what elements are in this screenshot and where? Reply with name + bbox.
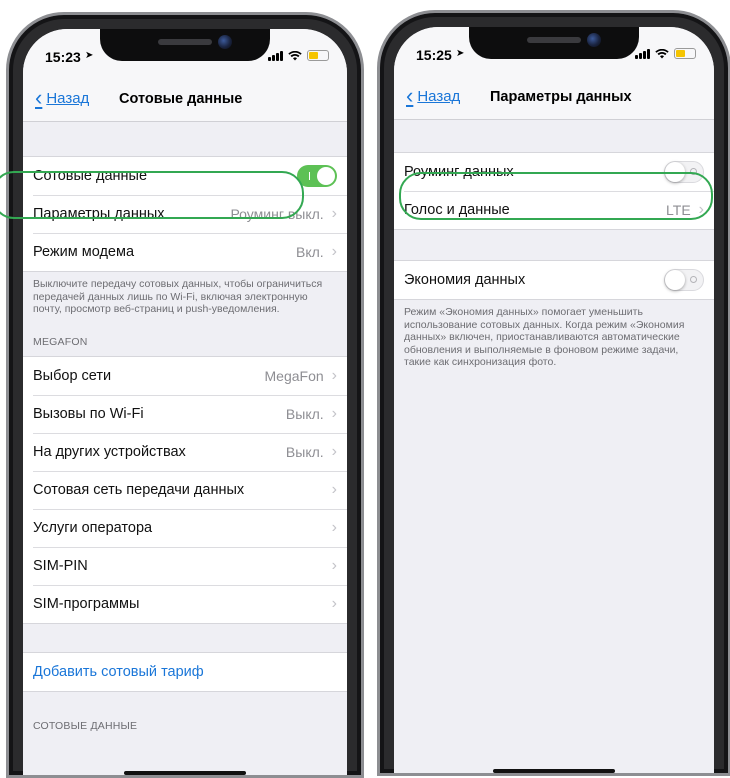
right-phone: 15:25 ➤ ‹ Назад Параметры данных Роуминг …	[377, 10, 730, 776]
chevron-right-icon: ›	[331, 556, 337, 574]
chevron-left-icon: ‹	[406, 83, 414, 108]
camera-icon	[218, 35, 232, 49]
chevron-right-icon: ›	[331, 594, 337, 612]
row-sim-pin[interactable]: SIM‑PIN ›	[23, 546, 347, 585]
section-header-carrier: MEGAFON	[33, 335, 88, 348]
settings-content: Сотовые данные Параметры данных Роуминг …	[23, 122, 347, 775]
row-value: Выкл.	[285, 405, 324, 422]
right-screen: 15:25 ➤ ‹ Назад Параметры данных Роуминг …	[394, 27, 714, 773]
speaker	[527, 37, 581, 43]
row-label: Сотовая сеть передачи данных	[33, 481, 245, 498]
cellular-data-toggle[interactable]	[297, 165, 337, 187]
chevron-right-icon: ›	[331, 404, 337, 422]
status-icons	[635, 48, 696, 59]
row-cellular-data-network[interactable]: Сотовая сеть передачи данных ›	[23, 470, 347, 509]
row-low-data-mode: Экономия данных	[394, 261, 714, 299]
row-label: Услуги оператора	[33, 519, 153, 536]
chevron-right-icon: ›	[331, 366, 337, 384]
row-label: Экономия данных	[404, 272, 526, 288]
left-screen: 15:23 ➤ ‹ Назад Сотовые данные Сотовые да…	[23, 29, 347, 775]
low-data-toggle[interactable]	[664, 269, 704, 291]
chevron-right-icon: ›	[331, 243, 337, 260]
chevron-right-icon: ›	[331, 205, 337, 222]
on-mark-icon	[309, 172, 310, 180]
status-time: 15:25	[416, 47, 452, 63]
row-value: Вкл.	[295, 244, 324, 260]
notch	[469, 27, 639, 59]
home-indicator	[493, 769, 615, 773]
left-phone: 15:23 ➤ ‹ Назад Сотовые данные Сотовые да…	[6, 12, 364, 778]
cellular-footnote: Выключите передачу сотовых данных, чтобы…	[33, 278, 323, 315]
row-label: SIM‑PIN	[33, 557, 88, 574]
wifi-icon	[655, 48, 669, 58]
home-indicator	[124, 771, 246, 775]
chevron-right-icon: ›	[331, 442, 337, 460]
chevron-left-icon: ‹	[35, 85, 43, 110]
row-personal-hotspot[interactable]: Режим модема Вкл. ›	[23, 233, 347, 271]
row-carrier-services[interactable]: Услуги оператора ›	[23, 508, 347, 547]
carrier-group: Выбор сети MegaFon › Вызовы по Wi‑Fi Вык…	[23, 355, 347, 624]
row-label: Вызовы по Wi‑Fi	[33, 405, 144, 422]
highlight-data-options	[0, 171, 304, 219]
nav-bar: ‹ Назад Параметры данных	[394, 75, 714, 120]
back-label: Назад	[46, 89, 90, 107]
wifi-icon	[288, 50, 302, 60]
signal-icon	[268, 50, 283, 61]
nav-bar: ‹ Назад Сотовые данные	[23, 77, 347, 122]
row-value: MegaFon	[264, 367, 324, 384]
add-plan-group: Добавить сотовый тариф	[23, 651, 347, 692]
signal-icon	[635, 48, 650, 59]
camera-icon	[587, 33, 601, 47]
low-data-footnote: Режим «Экономия данных» помогает уменьши…	[404, 306, 685, 368]
page-title: Сотовые данные	[119, 91, 243, 107]
row-label: На других устройствах	[33, 443, 186, 460]
speaker	[158, 39, 212, 45]
row-other-devices[interactable]: На других устройствах Выкл. ›	[23, 432, 347, 471]
row-label: Выбор сети	[33, 367, 112, 384]
low-data-group: Экономия данных	[394, 260, 714, 300]
location-arrow-icon: ➤	[85, 50, 94, 61]
page-title: Параметры данных	[490, 89, 632, 105]
battery-icon	[674, 48, 696, 59]
off-mark-icon	[690, 276, 697, 283]
back-label: Назад	[417, 87, 461, 105]
status-icons	[268, 50, 329, 61]
notch	[100, 29, 270, 61]
status-time: 15:23	[45, 49, 81, 65]
row-value: Выкл.	[285, 443, 324, 460]
battery-icon	[307, 50, 329, 61]
chevron-right-icon: ›	[331, 480, 337, 498]
back-button[interactable]: ‹ Назад	[35, 85, 90, 110]
row-label: SIM‑программы	[33, 595, 140, 612]
back-button[interactable]: ‹ Назад	[406, 83, 461, 108]
section-header-cellular: СОТОВЫЕ ДАННЫЕ	[33, 719, 138, 732]
row-wifi-calling[interactable]: Вызовы по Wi‑Fi Выкл. ›	[23, 394, 347, 433]
add-plan-button[interactable]: Добавить сотовый тариф	[23, 653, 347, 691]
highlight-voice-data	[399, 172, 713, 220]
row-network-selection[interactable]: Выбор сети MegaFon ›	[23, 357, 347, 395]
row-sim-applications[interactable]: SIM‑программы ›	[23, 584, 347, 623]
location-arrow-icon: ➤	[456, 48, 465, 59]
row-label: Режим модема	[33, 244, 135, 260]
add-plan-link[interactable]: Добавить сотовый тариф	[33, 664, 204, 680]
chevron-right-icon: ›	[331, 518, 337, 536]
